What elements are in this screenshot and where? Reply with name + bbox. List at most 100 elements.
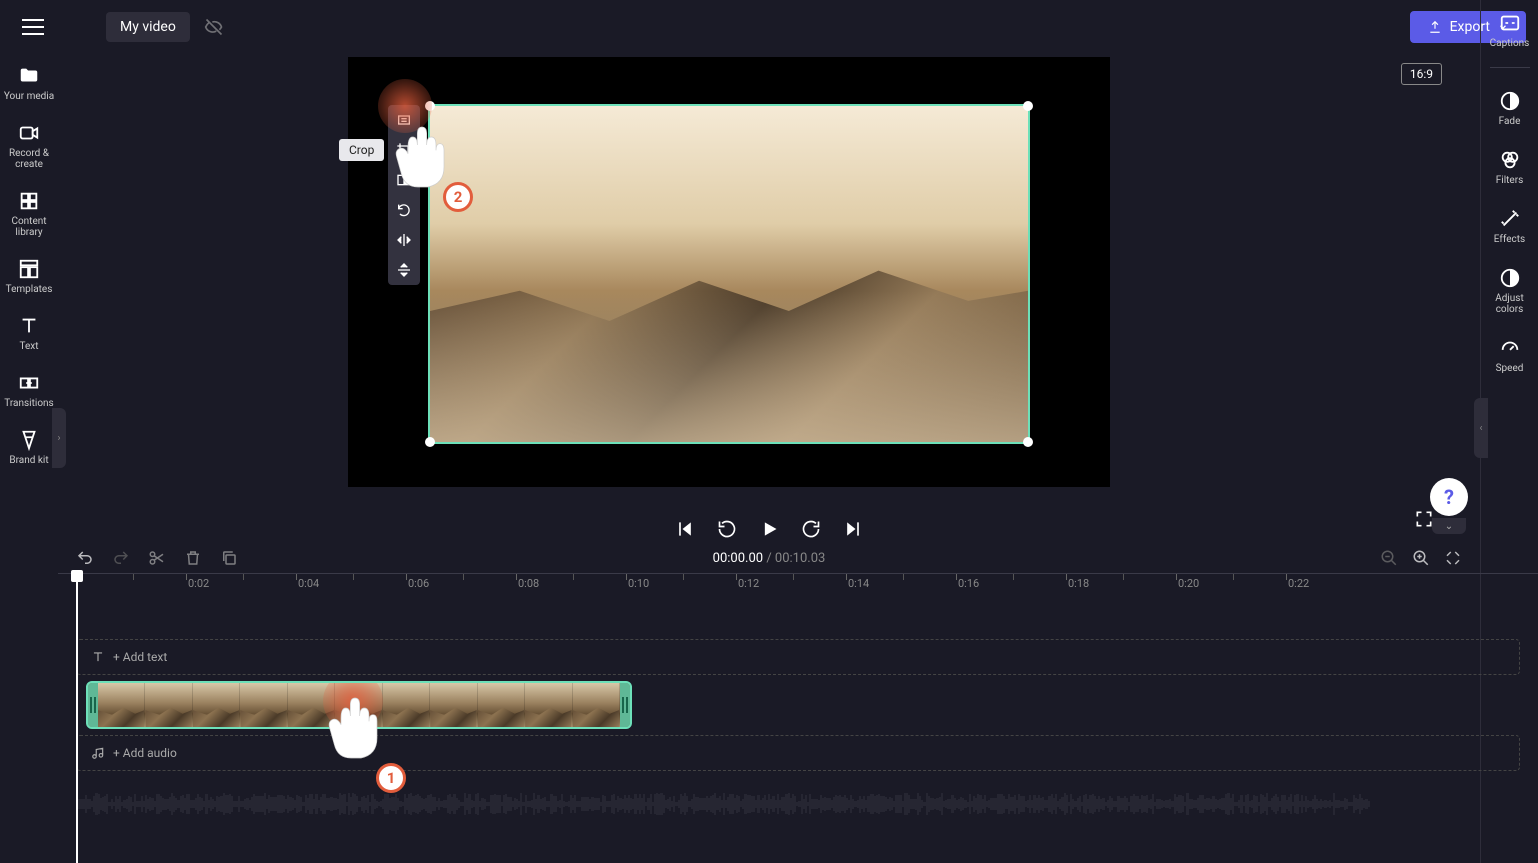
sidebar-label: Transitions [4,398,53,409]
sidebar-label: Content library [0,216,58,238]
sidebar-content-library[interactable]: Content library [0,190,58,238]
help-chevron[interactable]: ⌄ [1432,518,1466,534]
forward-button[interactable] [801,519,821,539]
time-display: 00:00.00 / 00:10.03 [713,551,826,566]
text-icon [18,315,40,337]
upload-icon [1428,20,1442,34]
clip-handle-left[interactable] [88,683,98,727]
sidebar-label: Speed [1496,363,1524,374]
delete-button[interactable] [184,549,202,567]
ruler-tick: 0:20 [1178,577,1199,590]
sidebar-transitions[interactable]: Transitions [0,372,58,409]
sidebar-fade[interactable]: Fade [1481,86,1538,127]
folder-icon [18,65,40,87]
sidebar-brand-kit[interactable]: Brand kit [0,429,58,466]
fullscreen-button[interactable] [1414,509,1434,533]
text-icon [91,650,105,664]
redo-button[interactable] [112,549,130,567]
add-audio-track[interactable]: + Add audio [76,735,1520,771]
skip-forward-button[interactable] [843,519,863,539]
add-text-track[interactable]: + Add text [76,639,1520,675]
project-name[interactable]: My video [106,12,190,42]
resize-handle-tr[interactable] [1023,101,1033,111]
fade-icon [1499,90,1521,112]
aspect-ratio-badge[interactable]: 16:9 [1401,63,1442,85]
divider [1490,67,1530,68]
ruler-tick: 0:06 [408,577,429,590]
rewind-button[interactable] [717,519,737,539]
annotation-badge-2: 2 [443,182,473,212]
rotate-tool[interactable] [388,195,420,225]
audio-icon [91,746,105,760]
video-frame[interactable] [428,104,1030,444]
annotation-cursor-2 [383,117,453,197]
speed-icon [1499,337,1521,359]
camera-icon [18,122,40,144]
sidebar-label: Templates [6,284,53,295]
sidebar-label: Brand kit [9,455,48,466]
sidebar-adjust-colors[interactable]: Adjust colors [1481,263,1538,315]
sidebar-label: Adjust colors [1481,293,1538,315]
brand-kit-icon [18,429,40,451]
sidebar-effects[interactable]: Effects [1481,204,1538,245]
ruler-tick: 0:02 [188,577,209,590]
sidebar-label: Your media [4,91,54,102]
ruler-tick: 0:14 [848,577,869,590]
video-canvas[interactable]: Crop 2 [348,57,1110,487]
flip-h-tool[interactable] [388,225,420,255]
ruler-tick: 0:22 [1288,577,1309,590]
resize-handle-bl[interactable] [425,437,435,447]
play-button[interactable] [759,519,779,539]
hide-icon[interactable] [204,17,224,37]
filters-icon [1499,149,1521,171]
sidebar-filters[interactable]: Filters [1481,145,1538,186]
ruler-tick: 0:10 [628,577,649,590]
skip-back-button[interactable] [675,519,695,539]
sidebar-captions[interactable]: Captions [1481,8,1538,49]
annotation-badge-1: 1 [376,763,406,793]
ruler-tick: 0:08 [518,577,539,590]
effects-icon [1499,208,1521,230]
playhead[interactable] [76,573,78,863]
undo-button[interactable] [76,549,94,567]
total-time: 00:10.03 [775,551,825,566]
timeline-ruler[interactable]: 0:02 0:04 0:06 0:08 0:10 0:12 0:14 0:16 0:18 0:20… [58,573,1538,599]
transitions-icon [18,372,40,394]
sidebar-speed[interactable]: Speed [1481,333,1538,374]
ruler-tick: 0:16 [958,577,979,590]
sidebar-label: Effects [1494,234,1525,245]
zoom-fit-button[interactable] [1444,549,1462,567]
split-button[interactable] [148,549,166,567]
ruler-tick: 0:12 [738,577,759,590]
sidebar-label: Filters [1496,175,1524,186]
current-time: 00:00.00 [713,551,763,566]
sidebar-label: Captions [1490,38,1530,49]
menu-button[interactable] [22,12,52,42]
templates-icon [18,258,40,280]
sidebar-templates[interactable]: Templates [0,258,58,295]
sidebar-label: Record & create [0,148,58,170]
zoom-in-button[interactable] [1412,549,1430,567]
video-content-haze [430,291,1028,442]
playback-controls [675,519,863,539]
ruler-tick: 0:04 [298,577,319,590]
flip-v-tool[interactable] [388,255,420,285]
annotation-cursor-1 [316,688,386,768]
captions-icon [1499,12,1521,34]
add-text-label: + Add text [113,650,167,664]
sidebar-text[interactable]: Text [0,315,58,352]
resize-handle-br[interactable] [1023,437,1033,447]
zoom-out-button[interactable] [1380,549,1398,567]
ruler-tick: 0:18 [1068,577,1089,590]
timeline-area[interactable]: 0:02 0:04 0:06 0:08 0:10 0:12 0:14 0:16 0:18 0:20… [58,573,1538,863]
sidebar-your-media[interactable]: Your media [0,65,58,102]
sidebar-label: Text [19,341,38,352]
sidebar-label: Fade [1499,116,1521,127]
library-icon [18,190,40,212]
audio-waveform [76,793,1520,823]
sidebar-record-create[interactable]: Record & create [0,122,58,170]
help-button[interactable]: ? [1430,478,1468,516]
clip-handle-right[interactable] [620,683,630,727]
duplicate-button[interactable] [220,549,238,567]
adjust-icon [1499,267,1521,289]
